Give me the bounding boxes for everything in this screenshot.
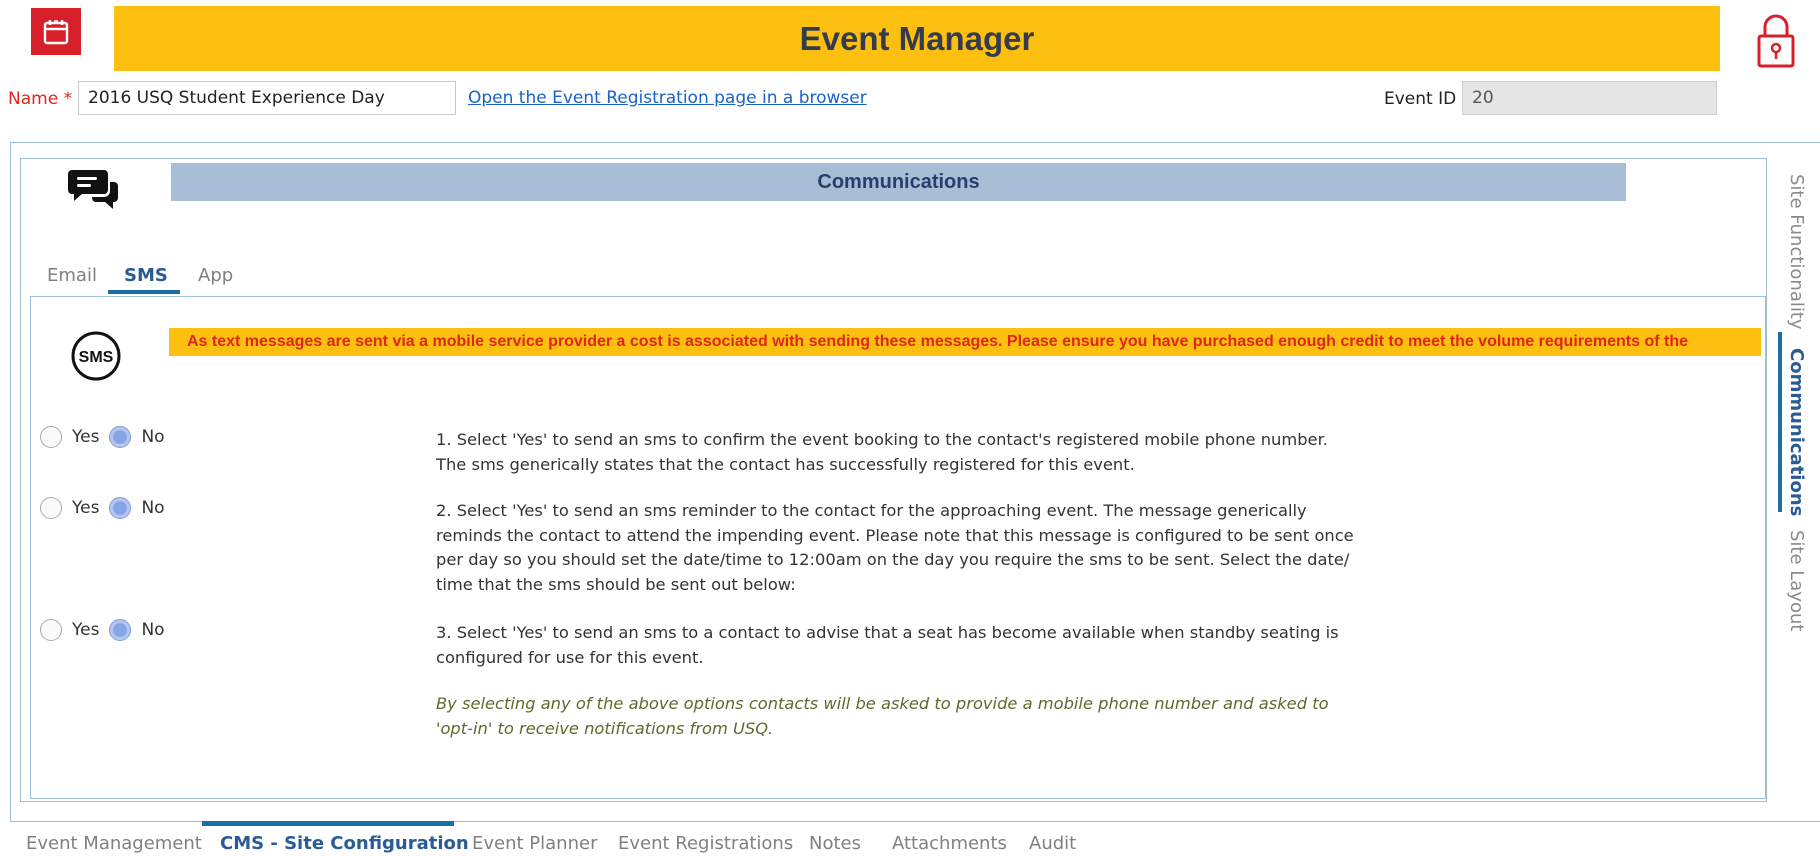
svg-text:SMS: SMS [79, 349, 114, 366]
lock-icon[interactable] [1752, 12, 1800, 70]
tab-event-management[interactable]: Event Management [26, 833, 202, 854]
tab-event-planner[interactable]: Event Planner [472, 833, 597, 854]
tab-cms-site-configuration[interactable]: CMS - Site Configuration [220, 833, 469, 854]
event-manager-window: Event Manager Name * Open the Event Regi… [0, 0, 1820, 856]
sms-confirmation-no-radio[interactable] [109, 426, 132, 448]
sms-standby-description: 3. Select 'Yes' to send an sms to a cont… [436, 623, 1339, 667]
sms-reminder-description: 2. Select 'Yes' to send an sms reminder … [436, 501, 1354, 594]
tab-site-functionality[interactable]: Site Functionality [1786, 174, 1807, 330]
tab-email[interactable]: Email [47, 265, 97, 286]
yes-label: Yes [72, 498, 100, 518]
sms-reminder-radio-group: Yes No [40, 497, 175, 519]
active-side-tab-indicator [1778, 332, 1782, 512]
app-title-bar: Event Manager [114, 6, 1720, 71]
tab-event-registrations[interactable]: Event Registrations [618, 833, 793, 854]
yes-label: Yes [72, 427, 100, 447]
sms-cost-warning: As text messages are sent via a mobile s… [169, 328, 1761, 356]
sms-standby-radio-group: Yes No [40, 619, 175, 641]
sms-standby-yes-radio[interactable] [40, 619, 62, 641]
tab-attachments[interactable]: Attachments [892, 833, 1007, 854]
tab-site-layout[interactable]: Site Layout [1786, 530, 1807, 631]
no-label: No [141, 498, 165, 518]
communications-section-header: Communications [171, 163, 1626, 201]
active-subtab-indicator [108, 290, 180, 294]
tab-communications[interactable]: Communications [1786, 348, 1807, 516]
event-id-label: Event ID [1384, 89, 1457, 109]
section-title: Communications [817, 170, 980, 193]
calendar-icon [31, 8, 81, 55]
active-bottom-tab-indicator [202, 821, 454, 826]
tab-audit[interactable]: Audit [1029, 833, 1076, 854]
sms-standby-no-radio[interactable] [109, 619, 132, 641]
required-marker: * [63, 89, 73, 109]
sms-confirmation-radio-group: Yes No [40, 426, 175, 448]
app-title: Event Manager [799, 19, 1035, 57]
event-name-field[interactable] [78, 81, 456, 115]
opt-in-note: By selecting any of the above options co… [436, 694, 1329, 738]
chat-bubbles-icon [68, 166, 120, 212]
sms-reminder-no-radio[interactable] [109, 497, 132, 519]
sms-reminder-yes-radio[interactable] [40, 497, 62, 519]
tab-sms[interactable]: SMS [124, 265, 168, 286]
tab-app[interactable]: App [198, 265, 233, 286]
sms-confirmation-yes-radio[interactable] [40, 426, 62, 448]
event-id-field [1462, 81, 1717, 115]
tab-notes[interactable]: Notes [809, 833, 861, 854]
open-registration-link[interactable]: Open the Event Registration page in a br… [468, 88, 867, 108]
sms-confirmation-description: 1. Select 'Yes' to send an sms to confir… [436, 430, 1328, 474]
name-label: Name * [8, 89, 73, 109]
sms-icon: SMS [70, 330, 122, 382]
no-label: No [141, 620, 165, 640]
yes-label: Yes [72, 620, 100, 640]
no-label: No [141, 427, 165, 447]
